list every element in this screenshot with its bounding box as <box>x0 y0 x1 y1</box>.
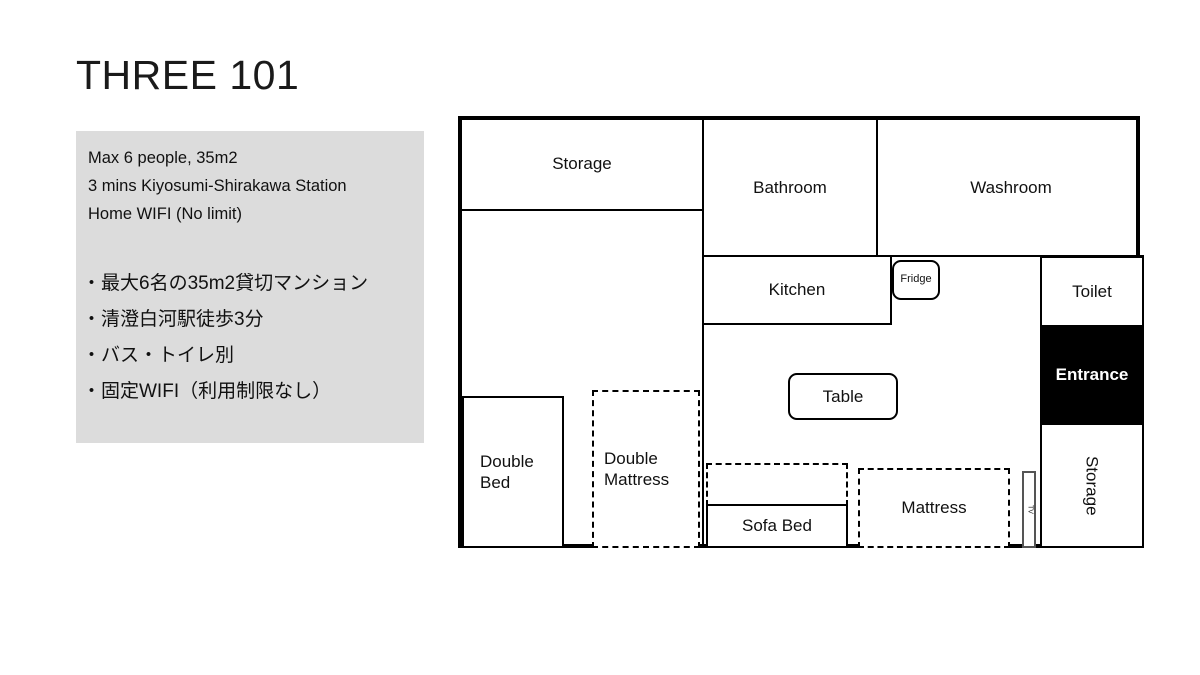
info-jp-line-capacity: ・最大6名の35m2貸切マンション <box>82 273 369 294</box>
furniture-table: Table <box>788 373 898 420</box>
kitchen-text: Kitchen <box>768 280 826 300</box>
wall-storage-divider <box>462 209 704 211</box>
washroom-text: Washroom <box>970 178 1052 198</box>
furniture-double-mattress: Double Mattress <box>592 390 700 548</box>
room-storage-right: Storage <box>1040 423 1144 548</box>
fridge-text: Fridge <box>900 273 932 286</box>
slide-canvas: THREE 101 Max 6 people, 35m2 3 mins Kiyo… <box>0 0 1200 675</box>
room-toilet: Toilet <box>1040 256 1144 327</box>
bathroom-text: Bathroom <box>753 178 827 198</box>
info-jp-line-station: ・清澄白河駅徒歩3分 <box>82 309 264 330</box>
double-bed-line-1: Double <box>480 451 534 471</box>
toilet-text: Toilet <box>1072 281 1112 301</box>
furniture-mattress: Mattress <box>858 468 1010 548</box>
info-english-block: Max 6 people, 35m2 3 mins Kiyosumi-Shira… <box>88 144 347 228</box>
furniture-sofa-bed-extension <box>706 463 848 506</box>
room-label-bathroom: Bathroom <box>704 168 876 208</box>
storage-right-text: Storage <box>1082 455 1102 516</box>
room-label-storage-top: Storage <box>462 140 702 188</box>
storage-top-text: Storage <box>552 154 612 174</box>
furniture-sofa-bed: Sofa Bed <box>706 504 848 548</box>
furniture-double-bed: Double Bed <box>462 396 564 548</box>
table-text: Table <box>822 386 864 406</box>
room-kitchen: Kitchen <box>702 255 892 325</box>
double-mattress-line-1: Double <box>604 448 658 468</box>
info-line-wifi: Home WIFI (No limit) <box>88 205 242 223</box>
double-bed-line-2: Bed <box>480 473 511 492</box>
room-entrance: Entrance <box>1040 325 1144 425</box>
sofa-bed-text: Sofa Bed <box>742 516 812 536</box>
info-jp-line-wifi: ・固定WIFI（利用制限なし） <box>82 381 332 402</box>
info-panel: Max 6 people, 35m2 3 mins Kiyosumi-Shira… <box>76 131 424 443</box>
entrance-text: Entrance <box>1055 365 1129 385</box>
page-title: THREE 101 <box>76 52 300 98</box>
appliance-fridge: Fridge <box>892 260 940 300</box>
info-line-capacity: Max 6 people, 35m2 <box>88 149 238 167</box>
info-jp-line-bath: ・バス・トイレ別 <box>82 345 235 366</box>
info-japanese-block: ・最大6名の35m2貸切マンション ・清澄白河駅徒歩3分 ・バス・トイレ別 ・固… <box>82 266 368 410</box>
tv-text: TV <box>1026 505 1034 514</box>
info-line-station: 3 mins Kiyosumi-Shirakawa Station <box>88 177 347 195</box>
double-mattress-line-2: Mattress <box>604 470 670 489</box>
room-label-washroom: Washroom <box>878 168 1144 208</box>
furniture-tv: TV <box>1022 471 1036 548</box>
mattress-text: Mattress <box>901 498 967 518</box>
floorplan-diagram: Storage Bathroom Washroom Kitchen Fridge… <box>458 116 1144 548</box>
